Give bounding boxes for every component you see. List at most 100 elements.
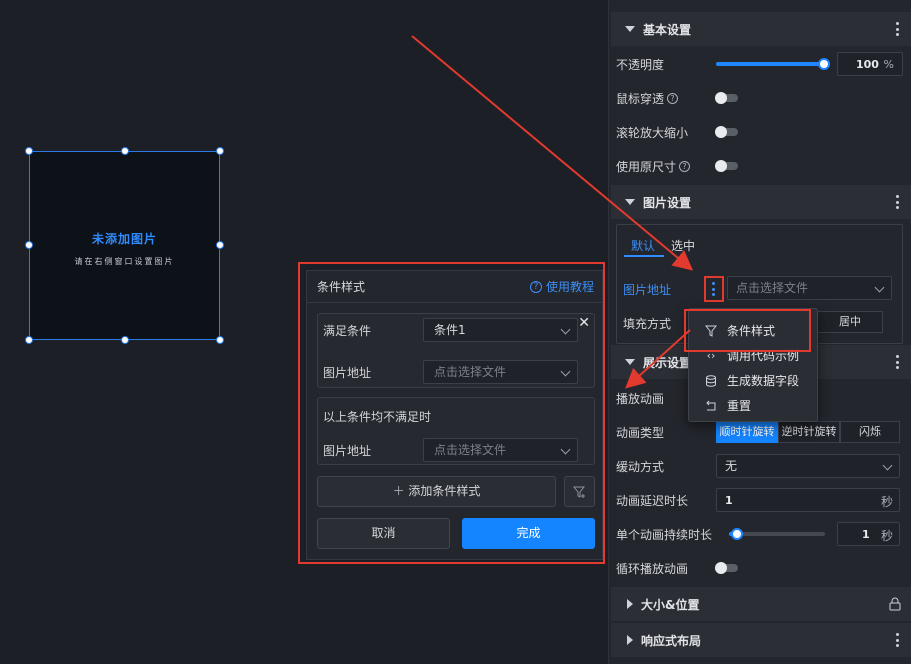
opacity-label: 不透明度	[616, 58, 665, 72]
scroll-zoom-toggle[interactable]	[715, 126, 738, 138]
else-image-file-select[interactable]: 点击选择文件	[423, 438, 578, 462]
image-url-select[interactable]: 点击选择文件	[727, 276, 892, 300]
easing-select[interactable]: 无	[716, 454, 900, 478]
anim-type-ccw[interactable]: 逆时针旋转	[778, 421, 840, 443]
anim-type-blink[interactable]: 闪烁	[840, 421, 900, 443]
responsive-layout-header[interactable]: 响应式布局	[611, 623, 911, 657]
database-icon	[706, 374, 716, 387]
add-condition-button[interactable]: ＋ 添加条件样式	[317, 476, 556, 507]
original-size-text: 使用原尺寸	[616, 160, 677, 174]
menu-item-reset[interactable]: 重置	[689, 393, 817, 418]
tab-default[interactable]: 默认	[631, 237, 655, 254]
menu-item-label: 生成数据字段	[727, 374, 800, 388]
else-image-label: 图片地址	[323, 444, 372, 458]
tab-active-indicator	[624, 255, 664, 257]
done-button[interactable]: 完成	[462, 518, 595, 549]
resize-handle-r[interactable]	[216, 241, 224, 249]
add-condition-label: 添加条件样式	[408, 484, 481, 498]
duration-slider-knob[interactable]	[731, 528, 743, 540]
help-icon[interactable]: ?	[667, 93, 679, 104]
basic-settings-title: 基本设置	[643, 22, 692, 37]
loop-label: 循环播放动画	[616, 562, 689, 576]
image-url-label: 图片地址	[623, 283, 672, 297]
opacity-slider-fill	[716, 62, 826, 66]
more-options-icon[interactable]	[896, 633, 899, 647]
duration-input[interactable]: 1 秒	[837, 522, 900, 546]
condition-select[interactable]: 条件1	[423, 318, 578, 342]
easing-label: 缓动方式	[616, 460, 665, 474]
menu-item-generate-data[interactable]: 生成数据字段	[689, 368, 817, 393]
delay-unit: 秒	[880, 495, 893, 509]
condition-select-value: 条件1	[434, 323, 466, 337]
image-url-more-icon[interactable]	[712, 282, 715, 296]
help-link[interactable]: ? 使用教程	[529, 278, 594, 295]
resize-handle-b[interactable]	[121, 336, 129, 344]
play-anim-label: 播放动画	[616, 392, 665, 406]
else-image-file-placeholder: 点击选择文件	[434, 443, 507, 457]
resize-handle-l[interactable]	[25, 241, 33, 249]
opacity-unit: %	[883, 58, 894, 71]
collapse-arrow-icon	[625, 26, 635, 32]
chevron-down-icon	[882, 460, 893, 471]
mouse-through-toggle[interactable]	[715, 92, 738, 104]
duration-unit: 秒	[880, 529, 893, 543]
opacity-input[interactable]: 100 %	[837, 52, 903, 76]
image-file-select[interactable]: 点击选择文件	[423, 360, 578, 384]
duration-value: 1	[862, 528, 870, 541]
resize-handle-t[interactable]	[121, 147, 129, 155]
menu-highlight-box	[684, 309, 811, 352]
resize-handle-br[interactable]	[216, 336, 224, 344]
resize-handle-bl[interactable]	[25, 336, 33, 344]
else-title: 以上条件均不满足时	[323, 410, 432, 424]
image-settings-header[interactable]: 图片设置	[611, 185, 911, 219]
dialog-title: 条件样式	[317, 280, 366, 294]
original-size-toggle[interactable]	[715, 160, 738, 172]
chevron-down-icon	[874, 282, 885, 293]
help-circle-icon: ?	[529, 280, 542, 293]
easing-value: 无	[725, 459, 738, 473]
help-icon[interactable]: ?	[679, 161, 691, 172]
size-position-header[interactable]: 大小&位置	[611, 587, 911, 621]
chevron-down-icon	[560, 444, 571, 455]
menu-item-label: 重置	[727, 399, 752, 413]
scroll-zoom-label: 滚轮放大缩小	[616, 126, 689, 140]
opacity-slider-knob[interactable]	[818, 58, 830, 70]
opacity-value: 100	[856, 58, 879, 71]
display-settings-title: 展示设置	[643, 355, 692, 370]
more-options-icon[interactable]	[896, 355, 899, 369]
cancel-button[interactable]: 取消	[317, 518, 450, 549]
opacity-slider[interactable]	[716, 58, 830, 70]
collapse-arrow-icon	[625, 199, 635, 205]
anim-type-cw[interactable]: 顺时针旋转	[716, 421, 778, 443]
widget-empty-hint: 请在右侧窗口设置图片	[74, 257, 175, 266]
image-widget[interactable]: 未添加图片 请在右侧窗口设置图片	[25, 147, 224, 344]
delay-input[interactable]: 1 秒	[716, 488, 900, 512]
more-options-icon[interactable]	[896, 22, 899, 36]
help-link-label: 使用教程	[545, 280, 594, 294]
filter-plus-button[interactable]	[564, 476, 595, 507]
image-settings-title: 图片设置	[643, 195, 692, 210]
condition-label: 满足条件	[323, 324, 372, 338]
image-file-placeholder: 点击选择文件	[434, 365, 507, 379]
tab-selected[interactable]: 选中	[671, 237, 695, 254]
reset-icon	[706, 400, 716, 410]
basic-settings-header[interactable]: 基本设置	[611, 12, 911, 46]
condition-card: 满足条件 条件1 ✕ 图片地址 点击选择文件	[317, 313, 595, 388]
more-options-icon[interactable]	[896, 195, 899, 209]
widget-empty-title: 未添加图片	[91, 232, 157, 246]
fill-center-option[interactable]: 居中	[817, 311, 883, 333]
close-icon[interactable]: ✕	[578, 315, 590, 331]
responsive-layout-title: 响应式布局	[641, 633, 702, 648]
loop-toggle[interactable]	[715, 562, 738, 574]
resize-handle-tl[interactable]	[25, 147, 33, 155]
mouse-through-text: 鼠标穿透	[616, 92, 665, 106]
expand-arrow-icon	[627, 635, 633, 645]
duration-slider[interactable]	[729, 528, 825, 540]
resize-handle-tr[interactable]	[216, 147, 224, 155]
plus-icon: ＋	[392, 484, 405, 498]
expand-arrow-icon	[627, 599, 633, 609]
condition-style-dialog: 条件样式 ? 使用教程 满足条件 条件1 ✕ 图片地址 点击选择文件 以上条件均…	[306, 270, 603, 560]
dialog-header: 条件样式 ? 使用教程	[307, 271, 602, 303]
image-url-placeholder: 点击选择文件	[736, 281, 809, 295]
lock-icon[interactable]	[889, 597, 901, 611]
